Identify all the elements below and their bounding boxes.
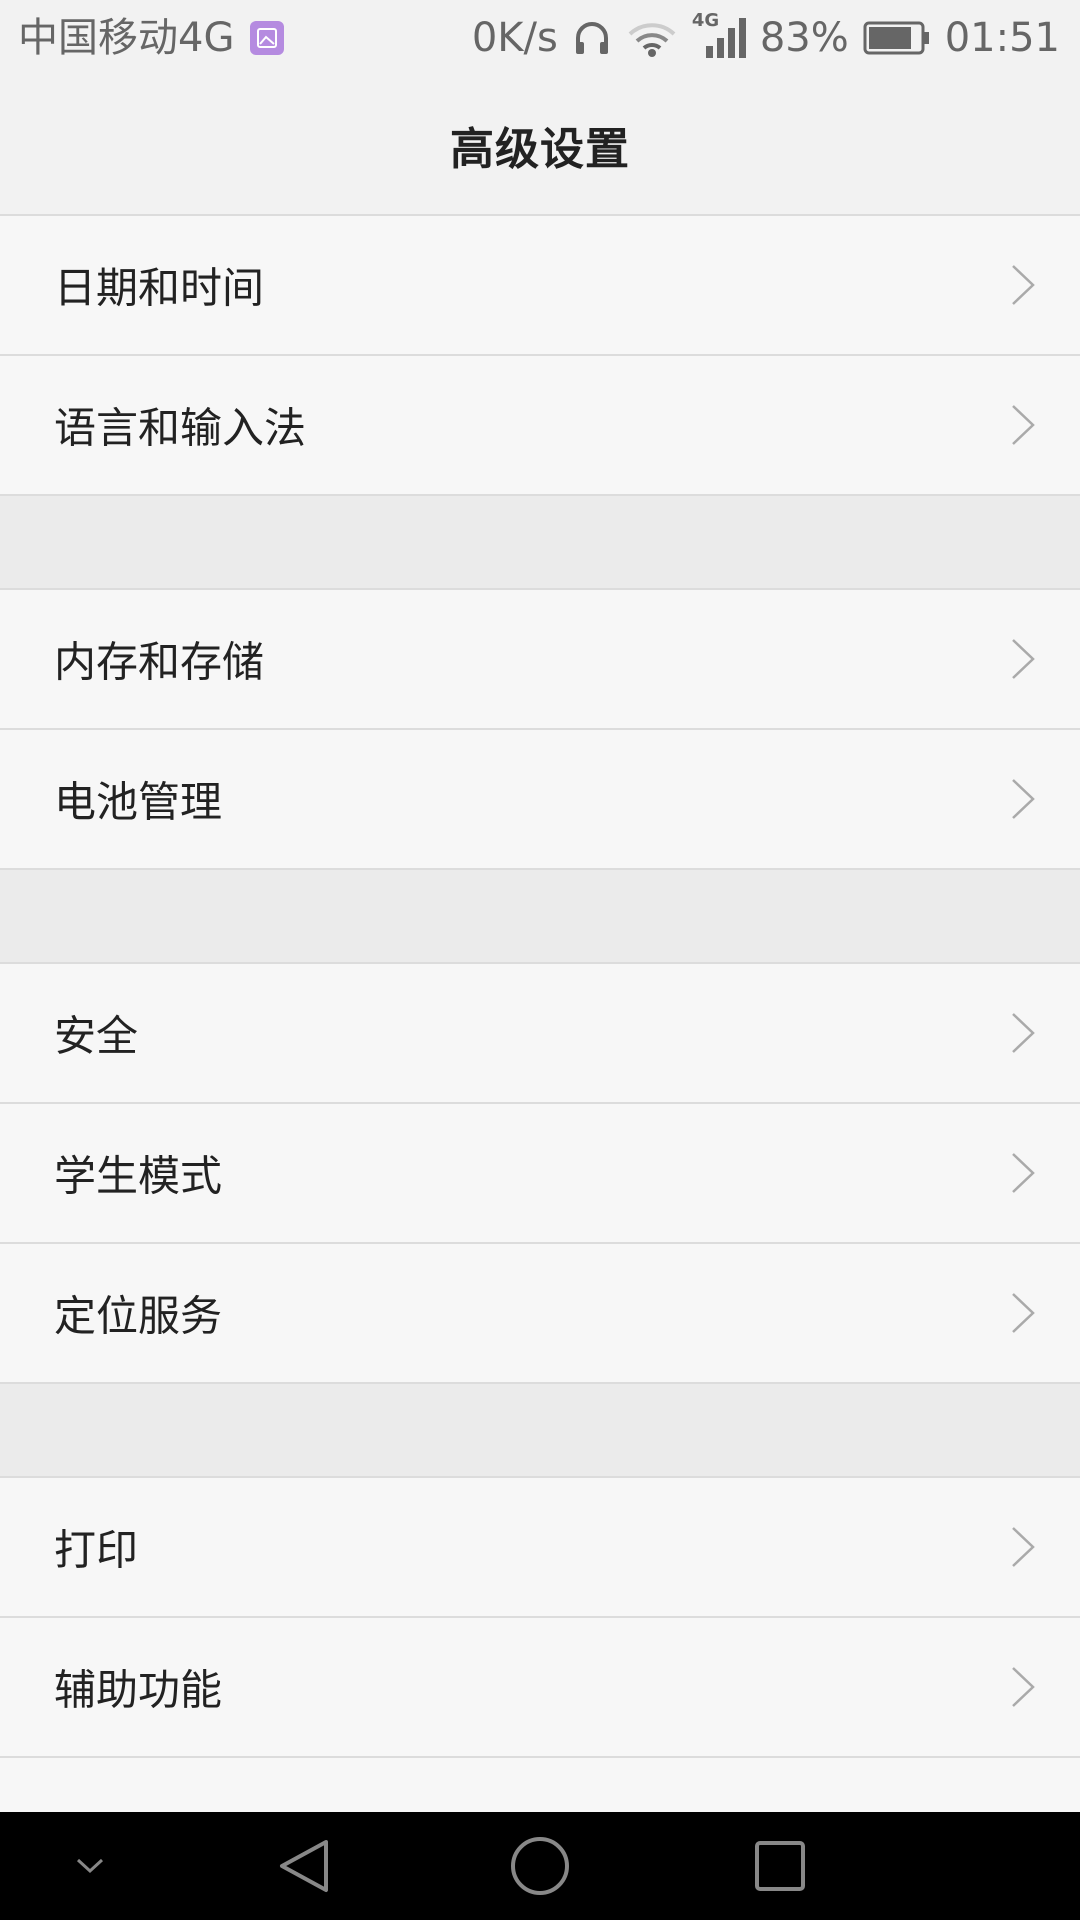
group-separator	[0, 870, 1080, 964]
group-separator	[0, 496, 1080, 590]
back-icon	[280, 1840, 328, 1892]
wifi-icon	[626, 18, 678, 58]
battery-icon	[863, 20, 931, 56]
group-separator	[0, 1384, 1080, 1478]
settings-item-security[interactable]: 安全	[0, 964, 1080, 1104]
headphones-icon	[572, 18, 612, 58]
chevron-down-icon	[76, 1858, 104, 1874]
chevron-right-icon	[1012, 779, 1035, 819]
home-icon	[511, 1837, 569, 1895]
home-button[interactable]	[490, 1812, 590, 1920]
settings-item-label: 辅助功能	[54, 1665, 223, 1715]
settings-item-language-input[interactable]: 语言和输入法	[0, 356, 1080, 496]
chevron-right-icon	[1012, 1293, 1035, 1333]
hide-navbar-button[interactable]	[54, 1812, 126, 1920]
clock: 01:51	[944, 15, 1060, 61]
chevron-right-icon	[1012, 1153, 1035, 1193]
settings-item-location[interactable]: 定位服务	[0, 1244, 1080, 1384]
chevron-right-icon	[1012, 1013, 1035, 1053]
chevron-right-icon	[1012, 639, 1035, 679]
carrier-label: 中国移动4G	[18, 15, 235, 61]
settings-list: 日期和时间 语言和输入法 内存和存储 电池管理 安全 学生模式 定位服务 打印 …	[0, 216, 1080, 1758]
settings-item-memory-storage[interactable]: 内存和存储	[0, 590, 1080, 730]
chevron-right-icon	[1012, 265, 1035, 305]
chevron-right-icon	[1012, 405, 1035, 445]
chevron-right-icon	[1012, 1527, 1035, 1567]
settings-item-label: 语言和输入法	[54, 403, 307, 453]
app-header: 高级设置	[0, 76, 1080, 216]
settings-item-student-mode[interactable]: 学生模式	[0, 1104, 1080, 1244]
settings-item-label: 电池管理	[54, 777, 223, 827]
settings-item-label: 日期和时间	[54, 263, 265, 313]
settings-item-label: 学生模式	[54, 1151, 223, 1201]
settings-item-print[interactable]: 打印	[0, 1478, 1080, 1618]
gallery-notification-icon	[250, 21, 285, 55]
settings-item-label: 内存和存储	[54, 637, 265, 687]
network-speed: 0K/s	[471, 15, 558, 61]
settings-item-date-time[interactable]: 日期和时间	[0, 216, 1080, 356]
navigation-bar	[0, 1812, 1080, 1920]
status-bar: 中国移动4G 0K/s 4G 83% 01:51	[0, 0, 1080, 76]
signal-icon: 4G	[692, 10, 746, 60]
settings-item-accessibility[interactable]: 辅助功能	[0, 1618, 1080, 1758]
chevron-right-icon	[1012, 1667, 1035, 1707]
settings-item-label: 安全	[54, 1011, 139, 1061]
settings-item-label: 打印	[54, 1525, 139, 1575]
recents-icon	[755, 1841, 805, 1891]
settings-item-battery[interactable]: 电池管理	[0, 730, 1080, 870]
settings-item-label: 定位服务	[54, 1291, 223, 1341]
battery-percent: 83%	[759, 15, 849, 61]
recents-button[interactable]	[730, 1812, 830, 1920]
page-title: 高级设置	[450, 124, 630, 175]
back-button[interactable]	[254, 1812, 354, 1920]
